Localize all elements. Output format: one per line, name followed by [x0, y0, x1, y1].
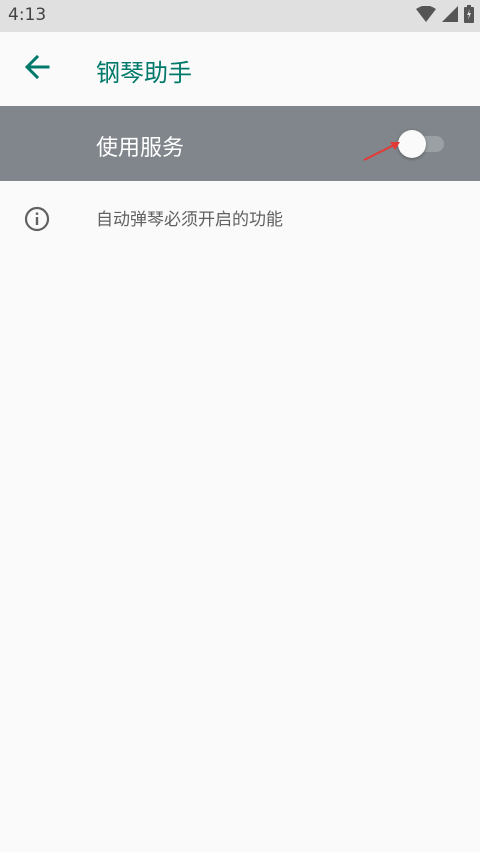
service-toggle[interactable]	[398, 130, 446, 158]
status-time: 4:13	[8, 5, 47, 25]
back-button[interactable]	[14, 46, 60, 92]
arrow-left-icon	[24, 54, 50, 84]
cell-signal-icon	[442, 6, 458, 26]
info-icon	[24, 206, 50, 232]
toggle-thumb	[398, 130, 426, 158]
switch-label: 使用服务	[96, 136, 185, 161]
status-icons	[416, 5, 474, 27]
info-text: 自动弹琴必须开启的功能	[96, 210, 283, 230]
status-bar: 4:13	[0, 0, 480, 32]
wifi-icon	[416, 5, 436, 26]
master-switch-bar[interactable]: 使用服务	[0, 106, 480, 181]
page-title: 钢琴助手	[96, 59, 192, 87]
app-bar: 钢琴助手	[0, 32, 480, 106]
battery-icon	[464, 5, 474, 27]
footer-info: 自动弹琴必须开启的功能	[0, 181, 480, 257]
